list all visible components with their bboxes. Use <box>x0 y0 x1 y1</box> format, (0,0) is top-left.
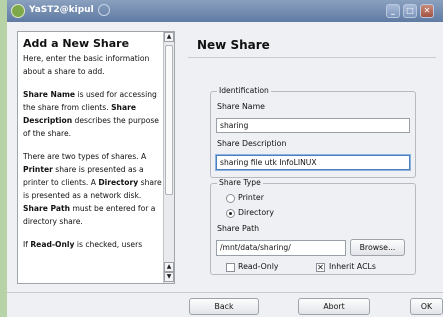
abort-button[interactable]: Abort <box>298 298 370 315</box>
help-term: Share Path <box>23 204 71 213</box>
scroll-down-icon[interactable]: ▼ <box>164 272 174 282</box>
maximize-icon[interactable]: □ <box>403 4 417 18</box>
radio-selected-dot <box>229 212 232 215</box>
read-only-checkbox[interactable] <box>226 263 235 272</box>
help-intro: Here, enter the basic information about … <box>23 54 150 76</box>
sticky-icon[interactable] <box>98 4 110 16</box>
read-only-label[interactable]: Read-Only <box>238 262 278 271</box>
help-term: Share Name <box>23 90 76 99</box>
directory-radio[interactable] <box>226 209 235 218</box>
close-icon[interactable]: ✕ <box>420 4 434 18</box>
window-title: YaST2@kipul <box>29 5 94 15</box>
browse-button[interactable]: Browse... <box>350 239 405 256</box>
scroll-thumb[interactable] <box>165 45 173 195</box>
share-name-label: Share Name <box>217 102 265 111</box>
footer-divider <box>7 292 443 293</box>
title-bar[interactable]: YaST2@kipul _ □ ✕ <box>7 0 443 22</box>
help-text: There are two types of shares. A <box>23 152 147 161</box>
back-button[interactable]: Back <box>189 298 259 315</box>
minimize-icon[interactable]: _ <box>386 4 400 18</box>
help-term: Directory <box>98 178 139 187</box>
help-text: is checked, users <box>74 240 143 249</box>
help-panel: Add a New Share Here, enter the basic in… <box>17 31 175 284</box>
inherit-acls-label[interactable]: Inherit ACLs <box>329 262 376 271</box>
scroll-up-icon[interactable]: ▲ <box>164 262 174 272</box>
help-paragraph-types: There are two types of shares. A Printer… <box>23 150 163 228</box>
inherit-acls-checkbox[interactable]: ✕ <box>316 263 325 272</box>
help-title: Add a New Share <box>23 37 130 50</box>
help-scrollbar[interactable]: ▲ ▲ ▼ <box>163 32 174 283</box>
share-type-legend: Share Type <box>217 178 263 187</box>
printer-label[interactable]: Printer <box>238 193 264 202</box>
title-divider <box>188 57 436 58</box>
scroll-up-icon[interactable]: ▲ <box>164 32 174 42</box>
help-term: Printer <box>23 165 53 174</box>
identification-legend: Identification <box>217 86 271 95</box>
help-paragraph-share-name: Share Name is used for accessing the sha… <box>23 88 163 140</box>
yast-app-icon[interactable] <box>11 4 25 18</box>
ok-button[interactable]: OK <box>410 298 443 315</box>
share-name-input[interactable]: sharing <box>216 118 410 133</box>
share-path-input[interactable]: /mnt/data/sharing/ <box>216 240 346 256</box>
share-description-input[interactable]: sharing file utk InfoLINUX <box>216 155 410 170</box>
printer-radio[interactable] <box>226 194 235 203</box>
page-title: New Share <box>197 38 270 52</box>
share-path-label: Share Path <box>217 224 260 233</box>
help-paragraph-readonly: If Read-Only is checked, users <box>23 238 163 251</box>
help-term: Read-Only <box>30 240 75 249</box>
directory-label[interactable]: Directory <box>238 208 274 217</box>
share-description-label: Share Description <box>217 139 287 148</box>
